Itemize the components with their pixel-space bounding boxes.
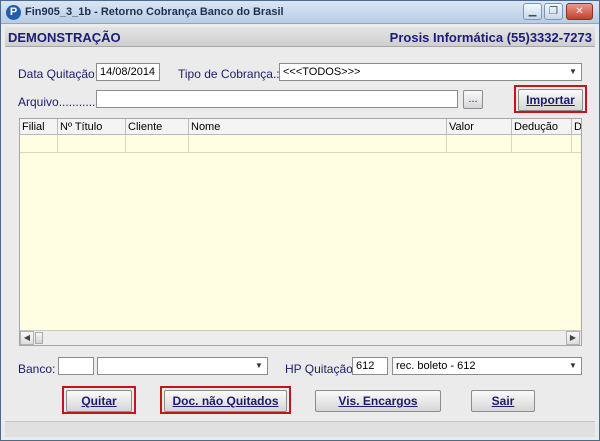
close-button[interactable]: ✕ bbox=[566, 3, 593, 20]
tipo-cobranca-select[interactable]: <<<TODOS>>> ▼ bbox=[279, 63, 582, 81]
chevron-down-icon[interactable]: ▼ bbox=[253, 358, 265, 374]
header-bar: DEMONSTRAÇÃO Prosis Informática (55)3332… bbox=[5, 27, 595, 47]
restore-button[interactable]: ❐ bbox=[544, 3, 563, 20]
quitar-button[interactable]: Quitar bbox=[66, 390, 132, 412]
arquivo-input[interactable] bbox=[96, 90, 458, 108]
status-bar bbox=[5, 421, 595, 437]
chevron-down-icon[interactable]: ▼ bbox=[567, 358, 579, 374]
data-quitacao-label: Data Quitação: bbox=[18, 67, 99, 81]
tipo-cobranca-label: Tipo de Cobrança.: bbox=[178, 67, 280, 81]
table-cell[interactable] bbox=[126, 135, 189, 153]
column-header-nome[interactable]: Nome bbox=[189, 119, 447, 135]
arquivo-label: Arquivo.............: bbox=[18, 95, 106, 109]
restore-icon: ❐ bbox=[549, 6, 558, 17]
company-label: Prosis Informática (55)3332-7273 bbox=[389, 30, 592, 45]
banco-select[interactable]: ▼ bbox=[97, 357, 268, 375]
column-header-filial[interactable]: Filial bbox=[20, 119, 58, 135]
vis-encargos-button[interactable]: Vis. Encargos bbox=[315, 390, 441, 412]
browse-button[interactable]: ... bbox=[463, 90, 483, 109]
minimize-icon: ▁ bbox=[528, 6, 537, 17]
window-title: Fin905_3_1b - Retorno Cobrança Banco do … bbox=[25, 6, 284, 18]
banco-code-input[interactable] bbox=[58, 357, 94, 375]
title-bar[interactable]: P Fin905_3_1b - Retorno Cobrança Banco d… bbox=[1, 1, 599, 24]
column-header-cliente[interactable]: Cliente bbox=[126, 119, 189, 135]
sair-button[interactable]: Sair bbox=[471, 390, 535, 412]
mode-label: DEMONSTRAÇÃO bbox=[8, 30, 121, 45]
column-header-d[interactable]: D bbox=[572, 119, 581, 135]
app-logo-icon: P bbox=[6, 5, 21, 20]
results-grid[interactable]: Filial Nº Título Cliente Nome Valor Dedu… bbox=[19, 118, 582, 346]
importar-button[interactable]: Importar bbox=[518, 89, 583, 111]
column-header-numero-titulo[interactable]: Nº Título bbox=[58, 119, 126, 135]
chevron-down-icon[interactable]: ▼ bbox=[567, 64, 579, 80]
scroll-right-button[interactable]: ▶ bbox=[566, 331, 580, 345]
table-cell[interactable] bbox=[512, 135, 572, 153]
banco-label: Banco: bbox=[18, 362, 56, 376]
hp-select[interactable]: rec. boleto - 612 ▼ bbox=[392, 357, 582, 375]
hp-quitacao-label: HP Quitação: bbox=[285, 362, 357, 376]
table-row[interactable] bbox=[20, 135, 581, 153]
column-header-valor[interactable]: Valor bbox=[447, 119, 512, 135]
grid-header: Filial Nº Título Cliente Nome Valor Dedu… bbox=[20, 119, 581, 135]
close-icon: ✕ bbox=[575, 6, 584, 17]
tipo-cobranca-value: <<<TODOS>>> bbox=[283, 66, 361, 78]
table-cell[interactable] bbox=[189, 135, 447, 153]
scroll-left-button[interactable]: ◀ bbox=[20, 331, 34, 345]
hp-code-input[interactable]: 612 bbox=[352, 357, 388, 375]
data-quitacao-input[interactable]: 14/08/2014 bbox=[96, 63, 160, 81]
doc-nao-quitados-button[interactable]: Doc. não Quitados bbox=[164, 390, 287, 412]
horizontal-scrollbar[interactable]: ◀ ▶ bbox=[20, 330, 581, 345]
table-cell[interactable] bbox=[447, 135, 512, 153]
column-header-deducao[interactable]: Dedução bbox=[512, 119, 572, 135]
hp-value: rec. boleto - 612 bbox=[396, 360, 476, 372]
table-cell[interactable] bbox=[58, 135, 126, 153]
minimize-button[interactable]: ▁ bbox=[523, 3, 542, 20]
table-cell[interactable] bbox=[20, 135, 58, 153]
chevron-right-icon: ▶ bbox=[569, 333, 577, 342]
app-window: P Fin905_3_1b - Retorno Cobrança Banco d… bbox=[0, 0, 600, 441]
scroll-thumb[interactable] bbox=[35, 332, 43, 344]
chevron-left-icon: ◀ bbox=[23, 333, 31, 342]
